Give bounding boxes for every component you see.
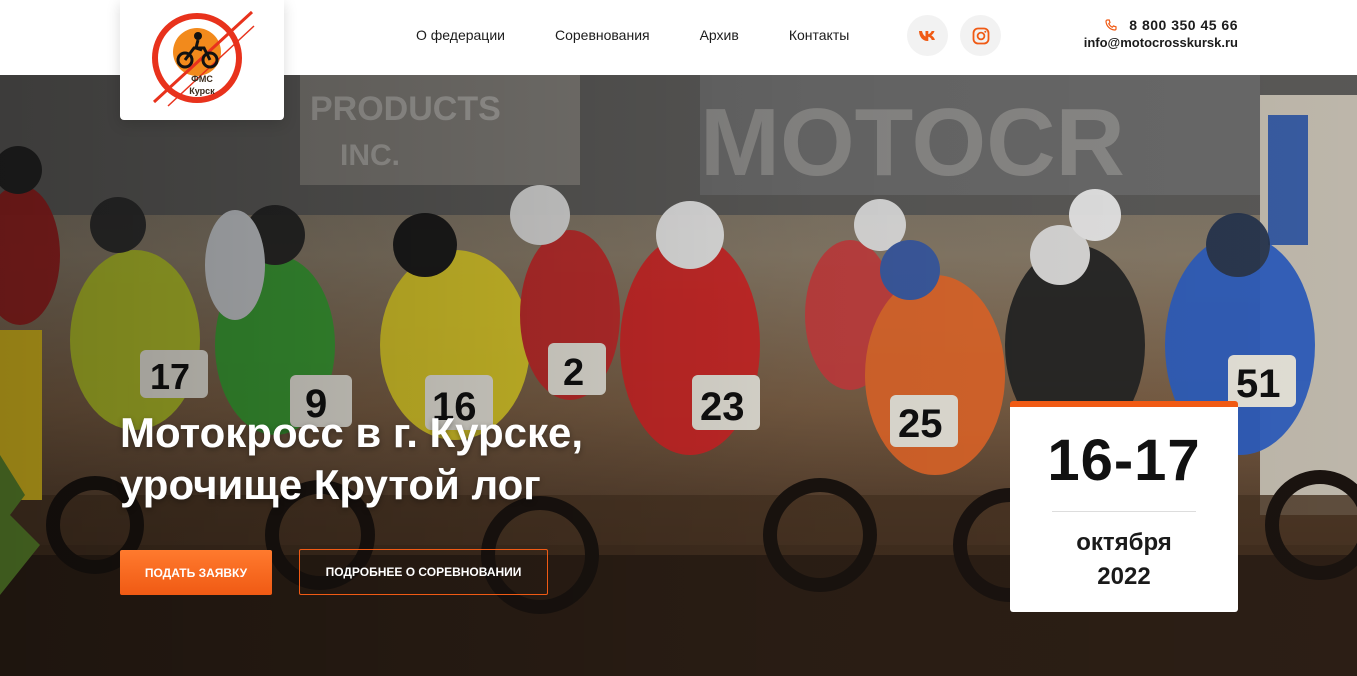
competition-details-button[interactable]: ПОДРОБНЕЕ О СОРЕВНОВАНИИ (299, 549, 548, 595)
vk-link[interactable] (907, 15, 948, 56)
date-divider (1052, 511, 1196, 512)
email-link[interactable]: info@motocrosskursk.ru (1084, 35, 1238, 50)
instagram-link[interactable] (960, 15, 1001, 56)
event-date-month: октября (1076, 529, 1172, 556)
phone-icon (1105, 19, 1117, 31)
event-date-year: 2022 (1097, 563, 1151, 590)
logo[interactable]: ФМС Курск (120, 0, 284, 120)
apply-button[interactable]: ПОДАТЬ ЗАЯВКУ (120, 550, 272, 595)
phone-row: 8 800 350 45 66 (1084, 17, 1238, 33)
logo-city-text: Курск (189, 86, 215, 96)
hero-section: PRODUCTS INC. MOTOCR (0, 75, 1357, 676)
nav-item-contacts[interactable]: Контакты (789, 27, 849, 43)
nav-item-competitions[interactable]: Соревнования (555, 27, 650, 43)
phone-number[interactable]: 8 800 350 45 66 (1129, 17, 1238, 33)
logo-fms-text: ФМС (191, 74, 213, 84)
hero-title: Мотокросс в г. Курске, урочище Крутой ло… (120, 409, 584, 508)
main-nav: О федерации Соревнования Архив Контакты (416, 27, 899, 43)
nav-item-archive[interactable]: Архив (700, 27, 739, 43)
instagram-icon (972, 27, 989, 44)
event-date-card: 16-17 октября 2022 (1010, 401, 1238, 612)
logo-emblem-icon (152, 10, 255, 107)
vk-icon (918, 30, 935, 41)
header-contacts: 8 800 350 45 66 info@motocrosskursk.ru (1084, 17, 1238, 50)
event-date-days: 16-17 (1047, 428, 1201, 493)
nav-item-federation[interactable]: О федерации (416, 27, 505, 43)
